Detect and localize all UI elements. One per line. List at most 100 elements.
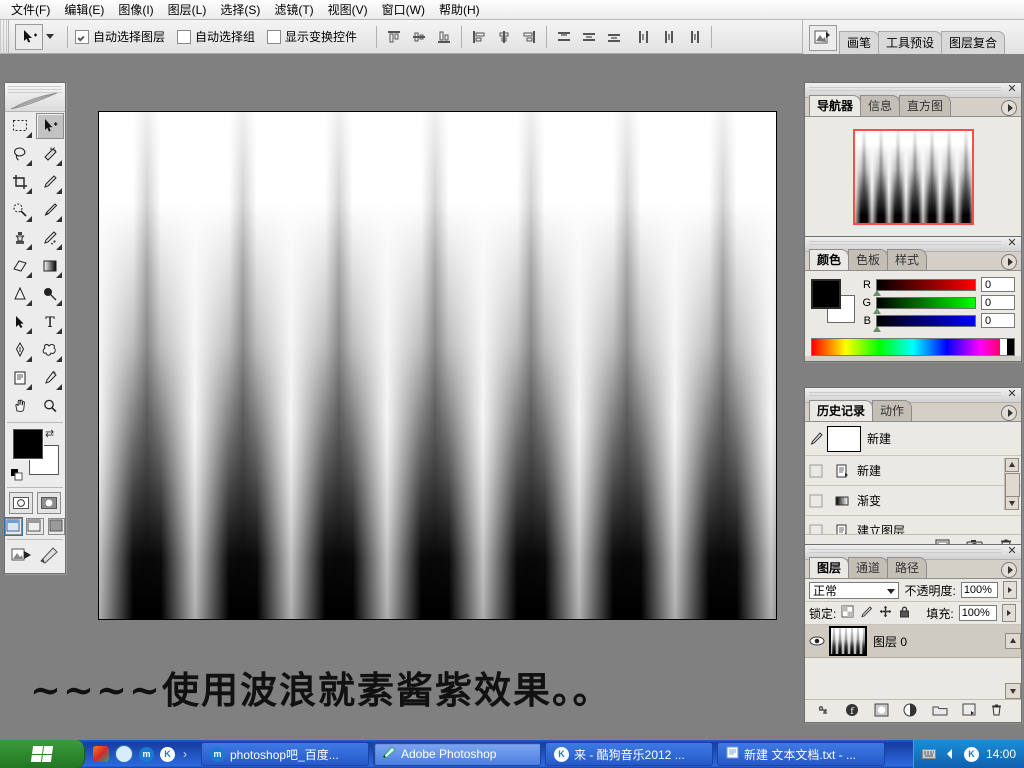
new-layer-icon[interactable]: [962, 703, 976, 719]
jump-to-imageready-button[interactable]: [11, 546, 33, 567]
start-button[interactable]: [0, 740, 85, 768]
history-snapshot-row[interactable]: 新建: [805, 422, 1021, 456]
pen-tool[interactable]: [6, 337, 34, 363]
healing-brush-tool[interactable]: [6, 197, 34, 223]
layer-thumbnail[interactable]: [829, 626, 867, 656]
menu-item-image[interactable]: 图像(I): [111, 0, 160, 20]
auto-select-group-checkbox[interactable]: [177, 30, 191, 44]
lock-transparent-pixels-icon[interactable]: [841, 605, 854, 621]
tab-layers[interactable]: 图层: [809, 557, 849, 578]
tab-navigator[interactable]: 导航器: [809, 95, 861, 116]
layers-grip[interactable]: [809, 549, 1001, 555]
menu-item-view[interactable]: 视图(V): [321, 0, 375, 20]
kugou-icon[interactable]: K: [160, 747, 175, 762]
auto-select-group-option[interactable]: 自动选择组: [177, 28, 255, 45]
eraser-tool[interactable]: [6, 253, 34, 279]
layers-scroll-up-button[interactable]: [1005, 633, 1021, 649]
fill-input[interactable]: 100%: [959, 605, 997, 621]
opacity-slider-arrow-icon[interactable]: [1003, 581, 1017, 599]
document-canvas[interactable]: [98, 111, 777, 620]
show-transform-controls-checkbox[interactable]: [267, 30, 281, 44]
auto-select-layer-checkbox[interactable]: [75, 30, 89, 44]
layer-visibility-eye-icon[interactable]: [807, 631, 827, 651]
link-layers-icon[interactable]: [815, 704, 831, 719]
history-menu-icon[interactable]: [1001, 405, 1017, 421]
kugou-tray-icon[interactable]: K: [964, 747, 979, 762]
opacity-input[interactable]: 100%: [961, 582, 998, 598]
distribute-vertical-centers-icon[interactable]: [579, 27, 599, 47]
lock-position-icon[interactable]: [879, 605, 892, 621]
history-scroll-up-button[interactable]: [1005, 458, 1019, 472]
menu-item-select[interactable]: 选择(S): [213, 0, 267, 20]
tab-swatches[interactable]: 色板: [848, 249, 888, 270]
adjustment-layer-icon[interactable]: [903, 703, 918, 720]
zoom-tool[interactable]: [36, 393, 64, 419]
jump-to-imageready-icon[interactable]: [809, 25, 837, 51]
align-vertical-centers-icon[interactable]: [409, 27, 429, 47]
rectangular-marquee-tool[interactable]: [6, 113, 34, 139]
color-spectrum-ramp[interactable]: [811, 338, 1015, 356]
foreground-color-swatch[interactable]: [13, 429, 43, 459]
history-state-row-gradient[interactable]: 渐变: [805, 486, 1021, 516]
color-foreground-swatch[interactable]: [811, 279, 841, 309]
navigator-menu-icon[interactable]: [1001, 100, 1017, 116]
tab-color[interactable]: 颜色: [809, 249, 849, 270]
clone-stamp-tool[interactable]: [6, 225, 34, 251]
history-scrollbar-thumb[interactable]: [1005, 473, 1020, 497]
green-slider-thumb[interactable]: [873, 308, 881, 314]
navigator-grip[interactable]: [809, 87, 1001, 93]
task-button-browser[interactable]: m photoshop吧_百度...: [201, 742, 369, 766]
history-brush-slot-icon-3[interactable]: [807, 522, 825, 535]
layer-mask-icon[interactable]: [874, 703, 889, 720]
tab-paths[interactable]: 路径: [887, 557, 927, 578]
navigator-view-box[interactable]: [853, 129, 974, 225]
red-value-input[interactable]: 0: [981, 277, 1015, 292]
new-group-icon[interactable]: [932, 704, 948, 719]
distribute-left-edges-icon[interactable]: [634, 27, 654, 47]
tab-info[interactable]: 信息: [860, 95, 900, 116]
color-grip[interactable]: [809, 241, 1001, 247]
notes-tool[interactable]: [6, 365, 34, 391]
history-state-row-new[interactable]: 新建: [805, 456, 1021, 486]
tab-channels[interactable]: 通道: [848, 557, 888, 578]
maxthon-icon[interactable]: m: [139, 747, 154, 762]
move-tool[interactable]: [36, 113, 64, 139]
quick-launch-overflow-icon[interactable]: ›: [183, 747, 187, 761]
menu-item-filter[interactable]: 滤镜(T): [267, 0, 320, 20]
distribute-bottom-edges-icon[interactable]: [604, 27, 624, 47]
eyedropper-tool[interactable]: [36, 365, 64, 391]
taskbar-clock[interactable]: 14:00: [986, 747, 1016, 761]
history-brush-tool[interactable]: [36, 225, 64, 251]
photoshop-imageready-icon[interactable]: [39, 546, 59, 567]
blend-mode-chevron-down-icon[interactable]: [887, 589, 895, 594]
auto-select-layer-option[interactable]: 自动选择图层: [75, 28, 165, 45]
layers-scroll-down-button[interactable]: [1005, 683, 1021, 699]
align-right-edges-icon[interactable]: [519, 27, 539, 47]
history-state-row-new-layer[interactable]: 建立图层: [805, 516, 1021, 534]
delete-layer-icon[interactable]: [990, 703, 1003, 719]
swap-colors-icon[interactable]: ⇄: [45, 427, 54, 440]
hand-tool[interactable]: [6, 393, 34, 419]
tab-actions[interactable]: 动作: [872, 400, 912, 421]
align-bottom-edges-icon[interactable]: [434, 27, 454, 47]
green-value-input[interactable]: 0: [981, 295, 1015, 310]
lock-all-icon[interactable]: [898, 605, 911, 621]
align-horizontal-centers-icon[interactable]: [494, 27, 514, 47]
tab-styles[interactable]: 样式: [887, 249, 927, 270]
blue-slider-thumb[interactable]: [873, 326, 881, 332]
history-grip[interactable]: [809, 392, 1001, 398]
gradient-tool[interactable]: [36, 253, 64, 279]
layers-close-icon[interactable]: ✕: [1005, 545, 1019, 558]
history-brush-source-icon[interactable]: [807, 430, 825, 448]
crop-tool[interactable]: [6, 169, 34, 195]
navigator-close-icon[interactable]: ✕: [1005, 83, 1019, 96]
toolbox-header[interactable]: [5, 83, 65, 112]
full-screen-with-menubar-button[interactable]: [26, 518, 43, 535]
menu-item-help[interactable]: 帮助(H): [432, 0, 487, 20]
palette-well-tab-tool-presets[interactable]: 工具预设: [878, 31, 942, 54]
lasso-tool[interactable]: [6, 141, 34, 167]
history-brush-slot-icon-2[interactable]: [807, 492, 825, 510]
slice-tool[interactable]: [36, 169, 64, 195]
color-menu-icon[interactable]: [1001, 254, 1017, 270]
standard-mode-button[interactable]: [9, 492, 33, 514]
